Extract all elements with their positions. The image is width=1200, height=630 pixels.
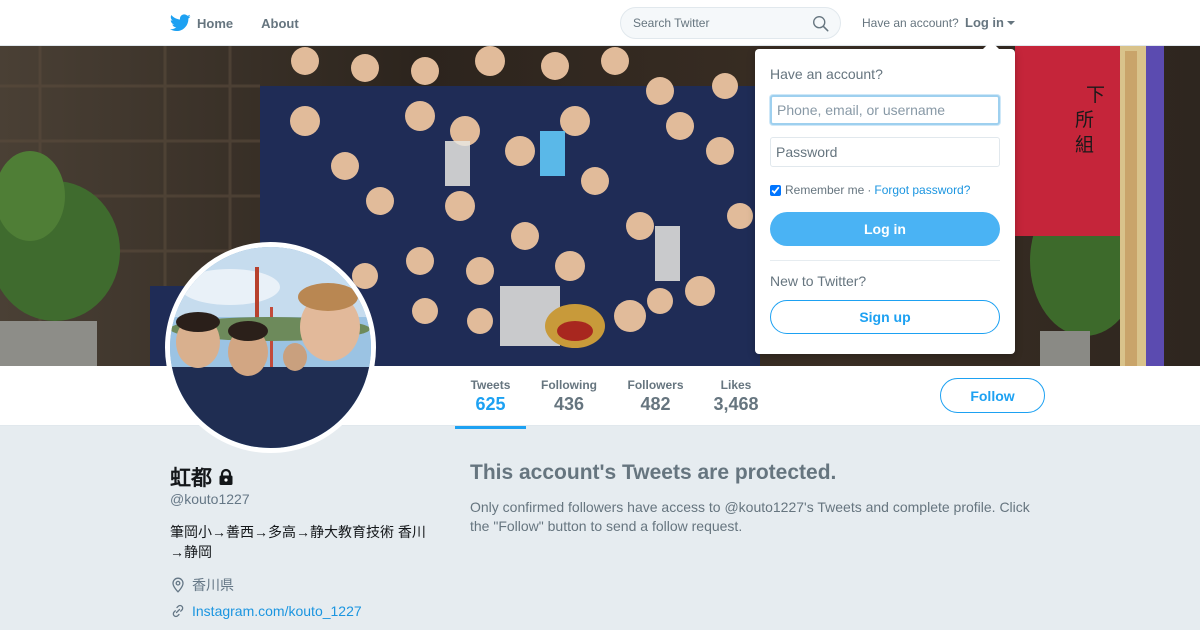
login-toggle-label: Log in [965,15,1004,30]
remember-row: Remember me · Forgot password? [770,183,970,197]
stat-followers[interactable]: Followers 482 [627,378,684,415]
nav-home[interactable]: Home [170,14,233,32]
profile-handle[interactable]: @kouto1227 [170,491,250,507]
follow-button[interactable]: Follow [940,378,1045,413]
location-pin-icon [172,577,184,593]
caret-down-icon [1007,20,1015,25]
stat-following-label: Following [541,378,597,392]
profile-avatar[interactable] [165,242,376,453]
banner-sign-char-2: 所 [1075,109,1094,131]
dropdown-divider [770,260,1000,261]
stat-likes-value: 3,468 [713,394,759,414]
username-input[interactable] [770,95,1000,125]
stat-followers-value: 482 [640,394,671,414]
login-dropdown: Have an account? Remember me · Forgot pa… [755,41,1015,354]
stat-following-value: 436 [553,394,585,414]
banner-sign-char-3: 組 [1075,134,1094,156]
nav-about-label: About [261,15,299,31]
banner-sign-char-1: 下 [1086,84,1105,106]
profile-location: 香川県 [192,577,234,593]
search-input[interactable] [633,16,803,30]
link-icon [172,604,184,618]
remember-checkbox[interactable] [770,184,781,196]
stat-followers-label: Followers [627,378,684,392]
forgot-password-link[interactable]: Forgot password? [874,183,970,197]
stat-likes[interactable]: Likes 3,468 [713,378,759,415]
stat-following[interactable]: Following 436 [541,378,597,415]
nav-left: Home About [170,0,327,46]
password-input[interactable] [770,137,1000,167]
avatar-photo [170,247,371,448]
login-submit-button[interactable]: Log in [770,212,1000,246]
profile-name[interactable]: 虹都 [170,462,212,492]
profile-name-row: 虹都 [170,462,235,492]
nav-about[interactable]: About [261,16,299,31]
profile-location-row: 香川県 [170,575,234,595]
lock-icon [219,468,233,485]
top-nav-bar: Home About Have an account? Log in [0,0,1200,46]
remember-separator: · [867,183,872,197]
protected-text: Only confirmed followers have access to … [470,499,1030,534]
login-dropdown-toggle[interactable]: Log in [965,15,1015,30]
signup-button[interactable]: Sign up [770,300,1000,334]
profile-url-link[interactable]: Instagram.com/kouto_1227 [192,603,362,619]
search-icon[interactable] [812,15,829,32]
stat-tweets-label: Tweets [470,378,511,392]
remember-label[interactable]: Remember me [785,183,864,197]
twitter-bird-icon [170,14,191,32]
stat-tweets-value: 625 [475,394,506,414]
profile-url-row: Instagram.com/kouto_1227 [170,603,362,619]
nav-home-label: Home [197,15,234,31]
protected-title: This account's Tweets are protected. [470,461,837,484]
stat-likes-label: Likes [720,378,752,392]
stat-tweets[interactable]: Tweets 625 [455,378,526,429]
dropdown-question: Have an account? [770,66,883,82]
search-box [620,7,841,39]
have-account-text: Have an account? [862,16,959,30]
new-to-twitter-text: New to Twitter? [770,273,867,289]
profile-bio: 筆岡小→善西→多高→静大教育技術 香川→静岡 [170,524,426,560]
